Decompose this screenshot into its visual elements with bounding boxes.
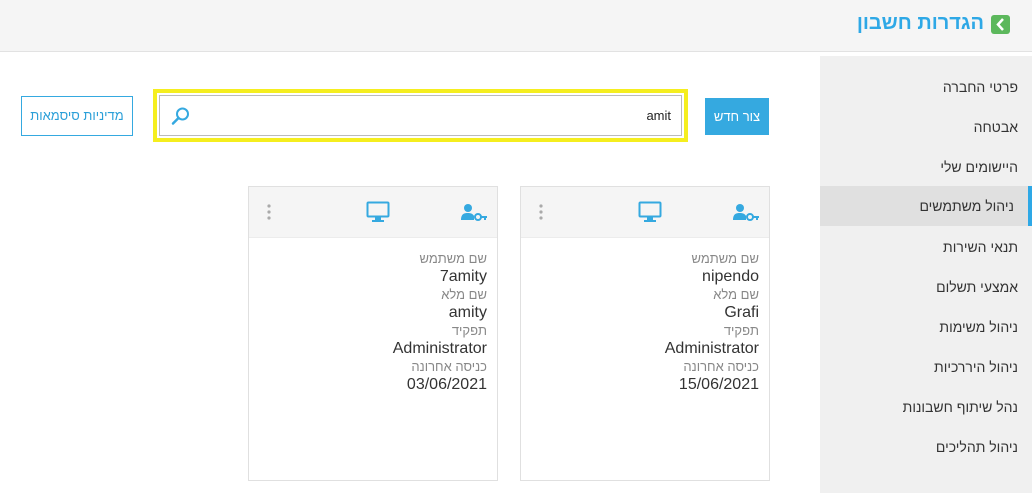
card-body: שם משתמש 7amity שם מלא amity תפקיד Admin… xyxy=(393,250,487,394)
role-label: תפקיד xyxy=(451,323,487,338)
page-title: הגדרות חשבון xyxy=(856,12,984,34)
username-label: שם משתמש xyxy=(419,251,488,266)
sidebar-item-security[interactable]: אבטחה xyxy=(820,119,1018,135)
sidebar-item-process-management[interactable]: ניהול תהליכים xyxy=(820,439,1018,455)
fullname-value: Grafi xyxy=(724,304,759,321)
more-options-icon[interactable] xyxy=(267,204,271,220)
username-value: nipendo xyxy=(702,268,759,285)
user-key-icon[interactable] xyxy=(733,203,759,223)
password-policy-button[interactable]: מדיניות סיסמאות xyxy=(21,96,133,136)
role-value: Administrator xyxy=(392,340,487,357)
monitor-icon[interactable] xyxy=(638,201,662,223)
sidebar-item-task-management[interactable]: ניהול משימות xyxy=(820,319,1018,335)
sidebar-item-hierarchy-management[interactable]: ניהול היררכיות xyxy=(820,359,1018,375)
last-login-value: 03/06/2021 xyxy=(406,376,487,393)
role-label: תפקיד xyxy=(723,323,759,338)
back-button[interactable] xyxy=(991,15,1010,34)
username-label: שם משתמש xyxy=(691,251,760,266)
fullname-label: שם מלא xyxy=(441,287,487,302)
fullname-value: amity xyxy=(448,304,487,321)
user-key-icon[interactable] xyxy=(461,203,487,223)
top-bar: הגדרות חשבון xyxy=(0,0,1032,52)
card-header xyxy=(249,187,497,238)
last-login-label: כניסה אחרונה xyxy=(683,359,759,374)
card-header xyxy=(521,187,769,238)
search-icon[interactable] xyxy=(170,105,192,127)
search-input[interactable]: amit xyxy=(159,95,682,136)
card-body: שם משתמש nipendo שם מלא Grafi תפקיד Admi… xyxy=(665,250,759,394)
sidebar-item-account-sharing[interactable]: נהל שיתוף חשבונות xyxy=(820,399,1018,415)
user-card: שם משתמש nipendo שם מלא Grafi תפקיד Admi… xyxy=(520,186,770,481)
role-value: Administrator xyxy=(664,340,759,357)
last-login-label: כניסה אחרונה xyxy=(411,359,487,374)
chevron-left-icon xyxy=(996,18,1004,31)
last-login-value: 15/06/2021 xyxy=(678,376,759,393)
sidebar-item-payment-methods[interactable]: אמצעי תשלום xyxy=(820,279,1018,295)
sidebar-item-terms-of-service[interactable]: תנאי השירות xyxy=(820,239,1018,255)
create-new-button[interactable]: צור חדש xyxy=(705,98,769,135)
user-card: שם משתמש 7amity שם מלא amity תפקיד Admin… xyxy=(248,186,498,481)
sidebar: פרטי החברה אבטחה היישומים שלי ניהול משתמ… xyxy=(820,56,1032,493)
more-options-icon[interactable] xyxy=(539,204,543,220)
search-value: amit xyxy=(646,108,671,123)
sidebar-item-my-apps[interactable]: היישומים שלי xyxy=(820,159,1018,175)
sidebar-item-user-management[interactable]: ניהול משתמשים xyxy=(820,186,1032,226)
monitor-icon[interactable] xyxy=(366,201,390,223)
fullname-label: שם מלא xyxy=(713,287,759,302)
sidebar-item-company-details[interactable]: פרטי החברה xyxy=(820,79,1018,95)
username-value: 7amity xyxy=(439,268,487,285)
